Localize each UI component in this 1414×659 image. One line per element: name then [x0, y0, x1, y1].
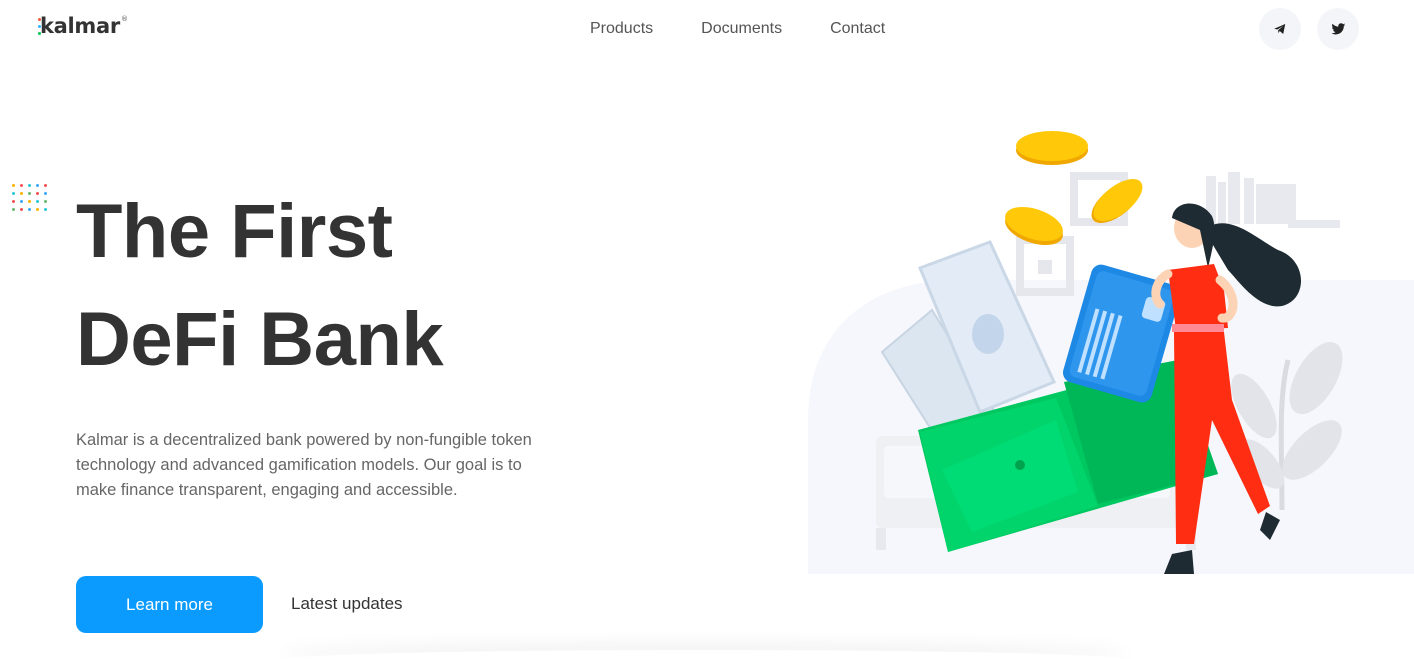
wallet-woman-illustration — [808, 131, 1414, 574]
nav-contact[interactable]: Contact — [830, 19, 885, 39]
hero-title-line-1: The First — [76, 189, 393, 274]
hero-description: Kalmar is a decentralized bank powered b… — [76, 431, 532, 499]
telegram-button[interactable] — [1259, 8, 1301, 50]
hero-title-line-2: DeFi Bank — [76, 297, 444, 382]
nav-documents[interactable]: Documents — [701, 19, 782, 39]
section-divider-shadow — [280, 650, 1130, 659]
logo-registered-mark: ® — [120, 15, 128, 23]
telegram-icon — [1274, 24, 1286, 34]
logo-text: kalmar — [40, 14, 120, 38]
main-nav: Products Documents Contact — [590, 19, 885, 39]
decorative-dots — [12, 184, 47, 211]
learn-more-button[interactable]: Learn more — [76, 576, 263, 633]
twitter-button[interactable] — [1317, 8, 1359, 50]
latest-updates-link[interactable]: Latest updates — [291, 594, 403, 614]
hero-title: The First DeFi Bank — [76, 178, 444, 394]
logo[interactable]: kalmar ® — [38, 14, 128, 40]
logo-mark-icon — [38, 18, 42, 35]
nav-products[interactable]: Products — [590, 19, 653, 39]
twitter-icon — [1331, 22, 1345, 34]
social-links — [1259, 8, 1359, 50]
